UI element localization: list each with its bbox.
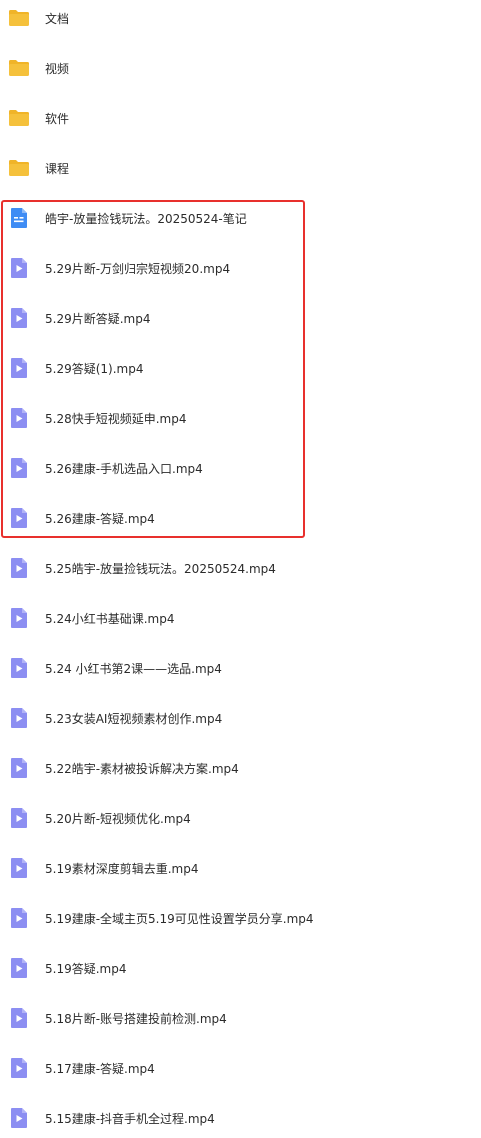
video-icon <box>11 358 27 378</box>
file-item[interactable]: 5.25皓宇-放量捡钱玩法。20250524.mp4 <box>0 543 481 593</box>
video-icon <box>11 458 27 478</box>
file-item[interactable]: 5.18片断-账号搭建投前检测.mp4 <box>0 993 481 1043</box>
item-name: 5.15建康-抖音手机全过程.mp4 <box>45 1111 215 1126</box>
item-name: 5.23女装AI短视频素材创作.mp4 <box>45 711 223 726</box>
folder-icon <box>9 160 29 176</box>
item-name: 5.22皓宇-素材被投诉解决方案.mp4 <box>45 761 239 776</box>
video-icon <box>11 558 27 578</box>
document-icon <box>11 208 27 228</box>
folder-icon <box>9 60 29 76</box>
video-icon <box>11 258 27 278</box>
item-name: 视频 <box>45 61 70 76</box>
item-name: 5.19建康-全域主页5.19可见性设置学员分享.mp4 <box>45 911 314 926</box>
item-name: 5.29答疑(1).mp4 <box>45 361 144 376</box>
file-item[interactable]: 5.17建康-答疑.mp4 <box>0 1043 481 1093</box>
item-name: 5.19答疑.mp4 <box>45 961 127 976</box>
folder-item[interactable]: 文档 <box>0 0 481 43</box>
item-name: 5.26建康-手机选品入口.mp4 <box>45 461 203 476</box>
item-name: 5.19素材深度剪辑去重.mp4 <box>45 861 199 876</box>
item-name: 5.29片断-万剑归宗短视频20.mp4 <box>45 261 231 276</box>
item-name: 文档 <box>45 11 70 26</box>
item-name: 5.24 小红书第2课——选品.mp4 <box>45 661 222 676</box>
video-icon <box>11 908 27 928</box>
video-icon <box>11 1108 27 1128</box>
video-icon <box>11 958 27 978</box>
folder-item[interactable]: 视频 <box>0 43 481 93</box>
folder-item[interactable]: 软件 <box>0 93 481 143</box>
file-item[interactable]: 5.29片断答疑.mp4 <box>0 293 481 343</box>
file-list: 文档视频软件课程皓宇-放量捡钱玩法。20250524-笔记 5.29片断-万剑归宗… <box>0 0 481 1138</box>
item-name: 课程 <box>45 161 70 176</box>
item-name: 5.26建康-答疑.mp4 <box>45 511 155 526</box>
file-item[interactable]: 5.29片断-万剑归宗短视频20.mp4 <box>0 243 481 293</box>
item-name: 5.28快手短视频延申.mp4 <box>45 411 187 426</box>
file-item[interactable]: 5.15建康-抖音手机全过程.mp4 <box>0 1093 481 1138</box>
file-item[interactable]: 5.22皓宇-素材被投诉解决方案.mp4 <box>0 743 481 793</box>
item-name: 5.17建康-答疑.mp4 <box>45 1061 155 1076</box>
video-icon <box>11 658 27 678</box>
video-icon <box>11 308 27 328</box>
file-item[interactable]: 5.19答疑.mp4 <box>0 943 481 993</box>
file-item[interactable]: 5.19建康-全域主页5.19可见性设置学员分享.mp4 <box>0 893 481 943</box>
video-icon <box>11 1008 27 1028</box>
file-item[interactable]: 皓宇-放量捡钱玩法。20250524-笔记 <box>0 193 481 243</box>
file-item[interactable]: 5.28快手短视频延申.mp4 <box>0 393 481 443</box>
item-name: 软件 <box>45 111 70 126</box>
folder-icon <box>9 10 29 26</box>
file-item[interactable]: 5.29答疑(1).mp4 <box>0 343 481 393</box>
file-item[interactable]: 5.23女装AI短视频素材创作.mp4 <box>0 693 481 743</box>
file-item[interactable]: 5.20片断-短视频优化.mp4 <box>0 793 481 843</box>
file-item[interactable]: 5.24 小红书第2课——选品.mp4 <box>0 643 481 693</box>
video-icon <box>11 608 27 628</box>
item-name: 5.29片断答疑.mp4 <box>45 311 151 326</box>
video-icon <box>11 408 27 428</box>
file-item[interactable]: 5.19素材深度剪辑去重.mp4 <box>0 843 481 893</box>
folder-icon <box>9 110 29 126</box>
file-item[interactable]: 5.24小红书基础课.mp4 <box>0 593 481 643</box>
item-name: 5.20片断-短视频优化.mp4 <box>45 811 191 826</box>
file-item[interactable]: 5.26建康-答疑.mp4 <box>0 493 481 543</box>
video-icon <box>11 708 27 728</box>
video-icon <box>11 858 27 878</box>
video-icon <box>11 758 27 778</box>
item-name: 5.25皓宇-放量捡钱玩法。20250524.mp4 <box>45 561 276 576</box>
folder-item[interactable]: 课程 <box>0 143 481 193</box>
file-item[interactable]: 5.26建康-手机选品入口.mp4 <box>0 443 481 493</box>
video-icon <box>11 1058 27 1078</box>
item-name: 皓宇-放量捡钱玩法。20250524-笔记 <box>45 211 247 226</box>
item-name: 5.18片断-账号搭建投前检测.mp4 <box>45 1011 227 1026</box>
item-name: 5.24小红书基础课.mp4 <box>45 611 175 626</box>
video-icon <box>11 508 27 528</box>
video-icon <box>11 808 27 828</box>
